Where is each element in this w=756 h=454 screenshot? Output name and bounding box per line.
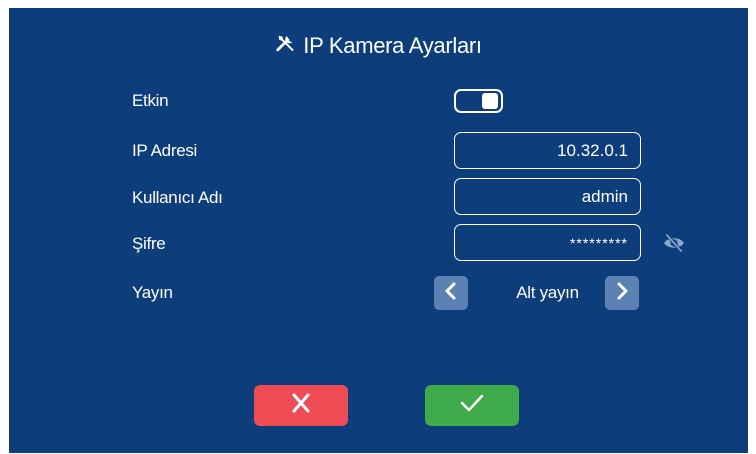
eye-slash-icon[interactable] <box>663 233 685 253</box>
stream-value: Alt yayın <box>516 283 579 302</box>
username-input[interactable] <box>454 178 641 215</box>
page-title-text: IP Kamera Ayarları <box>303 33 482 58</box>
stream-prev-button[interactable] <box>434 276 468 310</box>
check-icon <box>459 392 485 419</box>
stream-next-button[interactable] <box>605 276 639 310</box>
ip-address-input[interactable] <box>454 132 641 169</box>
toggle-knob <box>482 93 498 109</box>
username-label: Kullanıcı Adı <box>132 188 223 207</box>
confirm-button[interactable] <box>425 385 519 426</box>
enabled-toggle[interactable] <box>454 89 503 113</box>
cancel-button[interactable] <box>254 385 348 426</box>
ip-camera-settings-screen: IP Kamera Ayarları Etkin IP Adresi Kulla… <box>9 8 748 453</box>
chevron-right-icon <box>615 282 629 305</box>
chevron-left-icon <box>444 282 458 305</box>
page-title: IP Kamera Ayarları <box>9 32 748 60</box>
password-input[interactable] <box>454 224 641 261</box>
tools-icon <box>275 32 297 60</box>
stream-label: Yayın <box>132 283 173 302</box>
close-icon <box>288 392 314 419</box>
password-label: Şifre <box>132 234 166 253</box>
enabled-label: Etkin <box>132 91 169 110</box>
ip-address-label: IP Adresi <box>132 141 198 160</box>
